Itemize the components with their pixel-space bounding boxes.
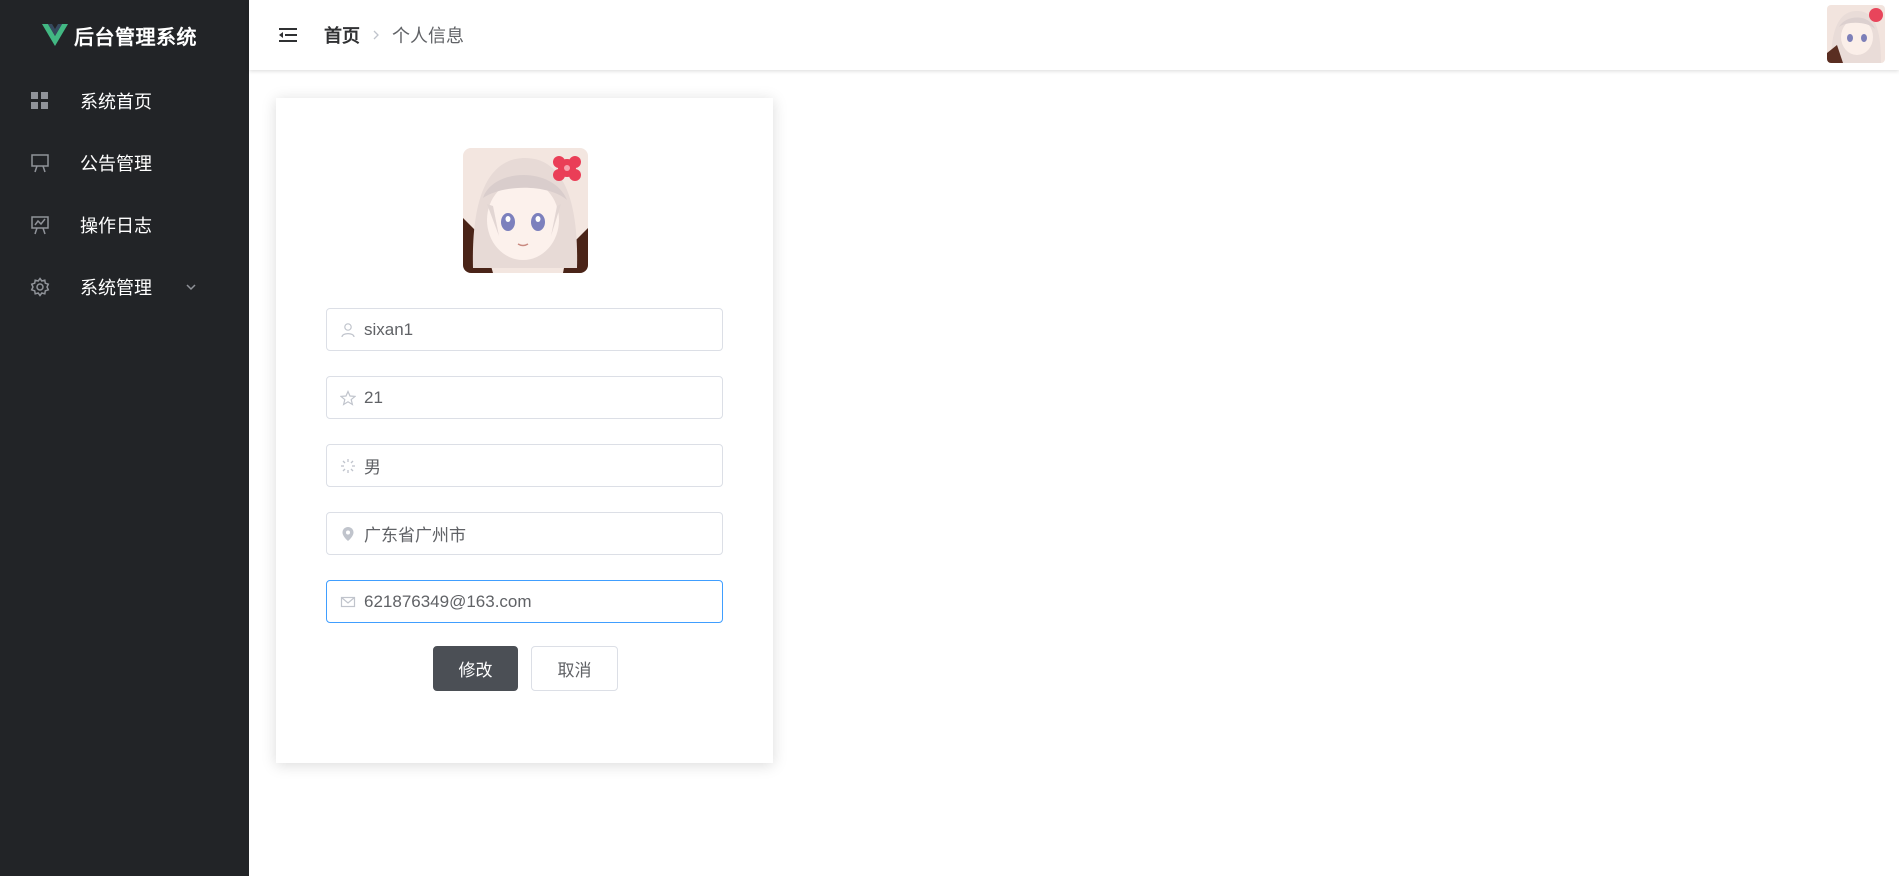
username-field[interactable] (326, 308, 723, 351)
age-field[interactable] (326, 376, 723, 419)
star-icon (340, 389, 356, 406)
username-input[interactable] (364, 319, 714, 340)
sidebar: 后台管理系统 系统首页 公告管理 操作日志 系统管理 (0, 0, 249, 876)
email-field[interactable] (326, 580, 723, 623)
mail-icon (340, 596, 356, 607)
email-input[interactable] (364, 591, 714, 612)
sidebar-item-system[interactable]: 系统管理 (0, 256, 249, 318)
sidebar-item-label: 系统管理 (80, 278, 152, 298)
sidebar-item-logs[interactable]: 操作日志 (0, 194, 249, 256)
sidebar-item-home[interactable]: 系统首页 (0, 70, 249, 132)
submit-button[interactable]: 修改 (433, 646, 518, 691)
breadcrumb-current: 个人信息 (392, 26, 464, 46)
profile-card: 修改 取消 (276, 98, 773, 763)
gear-icon (30, 277, 50, 297)
grid-icon (30, 91, 50, 111)
sidebar-item-label: 系统首页 (80, 92, 152, 112)
location-icon (342, 526, 354, 541)
gender-input[interactable] (364, 455, 714, 476)
profile-avatar-upload[interactable] (463, 148, 588, 273)
top-header: 首页 个人信息 (249, 0, 1899, 70)
collapse-menu-icon[interactable] (277, 24, 299, 46)
gender-field[interactable] (326, 444, 723, 487)
cancel-button[interactable]: 取消 (531, 646, 618, 691)
chart-board-icon (30, 215, 50, 235)
sidebar-menu: 系统首页 公告管理 操作日志 系统管理 (0, 70, 249, 318)
breadcrumb-home[interactable]: 首页 (324, 22, 360, 48)
presentation-board-icon (30, 153, 50, 173)
sidebar-item-label: 公告管理 (80, 154, 152, 174)
avatar[interactable] (1827, 5, 1885, 63)
address-input[interactable] (364, 523, 714, 544)
chevron-right-icon (373, 30, 379, 40)
age-input[interactable] (364, 387, 714, 408)
sidebar-item-notice[interactable]: 公告管理 (0, 132, 249, 194)
breadcrumb: 首页 个人信息 (324, 22, 464, 48)
chevron-down-icon (186, 284, 196, 291)
sidebar-item-label: 操作日志 (80, 216, 152, 236)
logo: 后台管理系统 (0, 0, 249, 70)
address-field[interactable] (326, 512, 723, 555)
sunny-icon (341, 458, 355, 473)
vue-logo-icon (42, 24, 68, 46)
app-title: 后台管理系统 (74, 26, 197, 49)
user-icon (341, 322, 355, 337)
app-root: 后台管理系统 系统首页 公告管理 操作日志 系统管理 首页 个人信息 sixan… (0, 0, 1899, 876)
